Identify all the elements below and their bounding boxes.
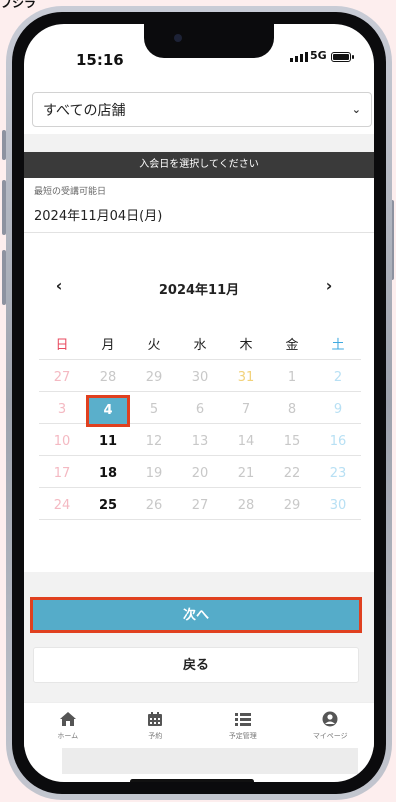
tab-bar: ホーム 予約 予定管理 マイページ (24, 702, 374, 748)
phone-frame: 15:16 5G すべての店舗 ⌄ 入会日を選択してください 最短の受講可能日 … (6, 6, 392, 800)
status-bar: 15:16 5G (24, 24, 374, 76)
calendar-grid: 日 月 火 水 木 金 土 27 28 29 30 31 1 2 3 4 5 6… (39, 334, 361, 526)
selected-day-label: 4 (86, 395, 130, 427)
calendar-day: 28 (237, 498, 255, 513)
calendar-day: 9 (333, 402, 343, 417)
next-month-button[interactable]: › (319, 276, 339, 295)
calendar-day: 19 (145, 466, 163, 481)
screen: 15:16 5G すべての店舗 ⌄ 入会日を選択してください 最短の受講可能日 … (24, 24, 374, 782)
clock: 15:16 (76, 51, 124, 69)
home-indicator[interactable] (130, 779, 254, 782)
tab-label: 予約 (148, 732, 163, 740)
calendar-day[interactable]: 11 (85, 430, 131, 455)
signal-icon (290, 52, 308, 62)
calendar-day: 5 (149, 402, 159, 417)
calendar-icon (148, 712, 163, 726)
calendar-week: 3 4 5 6 7 8 9 (39, 395, 361, 427)
calendar-day: 21 (237, 466, 255, 481)
earliest-date-label: 最短の受講可能日 (34, 187, 107, 197)
weekday-wed: 水 (193, 338, 207, 353)
calendar-day: 14 (237, 434, 255, 449)
calendar-day: 20 (191, 466, 209, 481)
calendar-week: 24 25 26 27 28 29 30 (39, 494, 361, 520)
back-button[interactable]: 戻る (33, 647, 359, 683)
calendar-day: 23 (329, 466, 347, 481)
chevron-down-icon: ⌄ (351, 103, 361, 116)
tab-mypage[interactable]: マイページ (287, 703, 375, 748)
next-button[interactable]: 次へ (30, 597, 362, 633)
calendar-day: 3 (57, 402, 67, 417)
weekday-sun: 日 (55, 338, 69, 353)
calendar-day: 17 (53, 466, 71, 481)
tab-label: 予定管理 (228, 732, 257, 740)
calendar-day: 24 (53, 498, 71, 513)
calendar-day: 27 (53, 370, 71, 385)
calendar-week: 27 28 29 30 31 1 2 (39, 366, 361, 392)
list-icon (234, 713, 251, 726)
camera-icon (174, 34, 182, 42)
caption-text: フシラ (0, 0, 37, 10)
calendar-day[interactable]: 18 (85, 462, 131, 487)
tab-label: ホーム (57, 732, 79, 740)
calendar-day: 2 (333, 370, 343, 385)
calendar-day: 28 (99, 370, 117, 385)
calendar-day: 6 (195, 402, 205, 417)
section-spacer (24, 134, 374, 152)
calendar-day: 1 (287, 370, 297, 385)
bottom-strip (62, 748, 358, 774)
tab-reservation[interactable]: 予約 (112, 703, 200, 748)
weekday-thu: 木 (239, 338, 253, 353)
calendar-day: 8 (287, 402, 297, 417)
store-select-value: すべての店舗 (43, 102, 126, 119)
prev-month-button[interactable]: ‹ (49, 276, 69, 295)
battery-tip (352, 55, 354, 59)
calendar-day: 16 (329, 434, 347, 449)
notch (144, 24, 274, 58)
calendar-day: 15 (283, 434, 301, 449)
tab-schedule[interactable]: 予定管理 (199, 703, 287, 748)
network-label: 5G (310, 49, 327, 62)
calendar-week: 10 11 12 13 14 15 16 (39, 430, 361, 456)
tab-label: マイページ (312, 732, 348, 740)
calendar-day: 7 (241, 402, 251, 417)
store-select[interactable]: すべての店舗 ⌄ (32, 92, 372, 127)
battery-icon (331, 52, 351, 62)
weekday-mon: 月 (101, 338, 115, 353)
weekday-fri: 金 (285, 338, 299, 353)
calendar-week: 17 18 19 20 21 22 23 (39, 462, 361, 488)
calendar-day: 29 (145, 370, 163, 385)
calendar-day-selected[interactable]: 4 (85, 395, 131, 427)
calendar-day: 12 (145, 434, 163, 449)
calendar-day: 22 (283, 466, 301, 481)
divider (24, 232, 374, 233)
user-icon (322, 711, 338, 727)
calendar-day: 27 (191, 498, 209, 513)
calendar-day: 13 (191, 434, 209, 449)
home-icon (59, 712, 76, 726)
instruction-banner: 入会日を選択してください (24, 152, 374, 178)
tab-home[interactable]: ホーム (24, 703, 112, 748)
calendar-day: 29 (283, 498, 301, 513)
weekday-tue: 火 (147, 338, 161, 353)
calendar-day: 31 (237, 370, 255, 385)
phone-bezel: 15:16 5G すべての店舗 ⌄ 入会日を選択してください 最短の受講可能日 … (12, 12, 386, 794)
calendar-day: 30 (329, 498, 347, 513)
weekday-header: 日 月 火 水 木 金 土 (39, 334, 361, 360)
weekday-sat: 土 (331, 338, 345, 353)
calendar-day[interactable]: 25 (85, 494, 131, 519)
earliest-date-value: 2024年11月04日(月) (34, 209, 163, 224)
calendar-day: 10 (53, 434, 71, 449)
calendar-day: 30 (191, 370, 209, 385)
calendar-day: 26 (145, 498, 163, 513)
calendar-month-title: 2024年11月 (158, 283, 240, 298)
